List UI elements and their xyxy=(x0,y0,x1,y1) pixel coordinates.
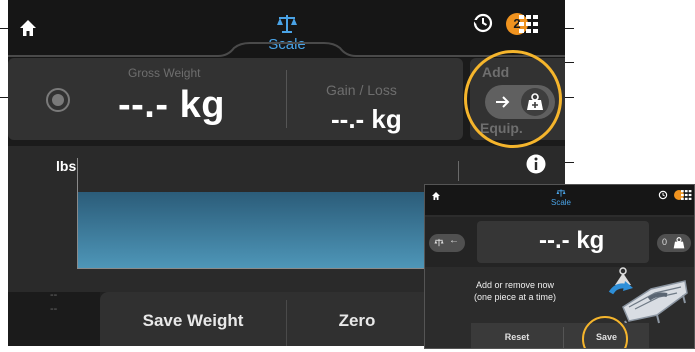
inset-weight-equipment-icon xyxy=(673,237,685,249)
inset-scale-icon xyxy=(556,189,566,197)
inset-top-bar: Scale xyxy=(425,185,694,215)
inset-arrow-left-icon: ← xyxy=(449,235,459,246)
inset-weight-box: --.- kg xyxy=(477,221,649,263)
weight-panel: Gross Weight --.- kg Gain / Loss --.- kg xyxy=(8,58,463,140)
inset-reset-button[interactable]: Reset xyxy=(471,323,563,348)
gross-weight-value: --.- kg xyxy=(118,84,225,126)
callout-line-home xyxy=(0,28,8,29)
zero-button[interactable]: Zero xyxy=(287,292,427,346)
inset-instruction-line2: (one piece at a time) xyxy=(473,292,557,302)
info-icon[interactable] xyxy=(526,154,546,174)
chart-x-axis xyxy=(77,268,467,269)
grid-menu-icon[interactable] xyxy=(519,15,539,33)
callout-line-radio xyxy=(0,97,8,98)
inset-grid-menu-icon[interactable] xyxy=(681,190,692,200)
callout-line-grid xyxy=(565,28,574,29)
inset-scale-tab[interactable]: Scale xyxy=(546,189,576,207)
gain-loss-value: --.- kg xyxy=(331,104,402,134)
panel-divider xyxy=(286,70,287,128)
chart-unit-label: lbs xyxy=(56,158,77,174)
inset-scale-title: Scale xyxy=(550,198,571,207)
gross-weight-label: Gross Weight xyxy=(128,66,201,80)
chart-marker-line xyxy=(458,161,459,181)
chart-range-band xyxy=(78,192,466,268)
inset-scale-toggle[interactable]: ← xyxy=(429,234,465,252)
save-weight-button[interactable]: Save Weight xyxy=(100,292,286,346)
callout-line-add xyxy=(565,97,574,98)
history-icon[interactable] xyxy=(472,12,494,34)
inset-weight-value: --.- kg xyxy=(539,227,605,254)
inset-toggle-scale-icon xyxy=(434,238,444,247)
inset-equipment-toggle[interactable]: 0 xyxy=(657,234,691,252)
inset-equipment-count: 0 xyxy=(662,237,668,247)
callout-line-info xyxy=(565,162,574,163)
inset-home-icon[interactable] xyxy=(431,191,441,201)
save-equipment-inset: Scale ← --.- kg 0 Add or remove now (one… xyxy=(424,184,695,349)
gain-loss-label: Gain / Loss xyxy=(326,82,397,98)
home-icon[interactable] xyxy=(18,18,38,38)
callout-line-history xyxy=(565,62,574,63)
inset-instruction-line1: Add or remove now xyxy=(475,280,555,290)
add-equipment-highlight xyxy=(464,50,562,148)
chart-dash-bottom: -- xyxy=(50,303,58,315)
weight-select-radio[interactable] xyxy=(46,88,70,112)
top-bar: Scale 2 xyxy=(8,0,565,58)
chart-dash-top: -- xyxy=(50,289,58,301)
bed-equipment-icon xyxy=(608,267,688,325)
chart-y-axis xyxy=(77,158,78,268)
scale-icon xyxy=(277,15,297,33)
inset-history-icon[interactable] xyxy=(658,190,668,200)
inset-weight-panel: ← --.- kg 0 xyxy=(425,217,694,267)
tab-indicator-shape xyxy=(8,42,565,57)
